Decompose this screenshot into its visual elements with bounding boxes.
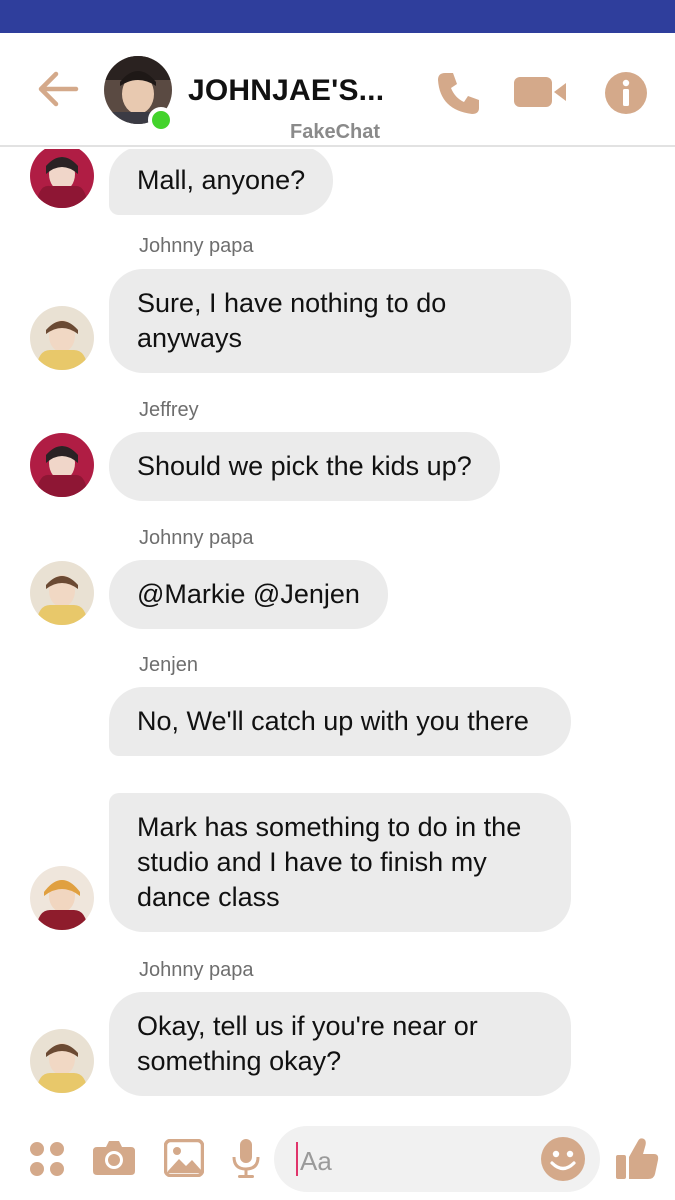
gallery-icon[interactable] (164, 1139, 204, 1177)
message-bubble[interactable]: Mark has something to do in the studio a… (109, 793, 571, 932)
avatar[interactable] (30, 1029, 94, 1093)
sender-name: Johnny papa (139, 235, 254, 257)
text-caret (296, 1142, 298, 1176)
chat-header: JOHNJAE'S... FakeChat (0, 33, 675, 147)
apps-icon[interactable] (29, 1141, 65, 1177)
message-bubble[interactable]: Sure, I have nothing to do anyways (109, 269, 571, 373)
message-input[interactable]: Aa (274, 1126, 600, 1192)
message-bubble[interactable]: Okay, tell us if you're near or somethin… (109, 992, 571, 1096)
sender-name: Johnny papa (139, 527, 254, 549)
chat-title[interactable]: JOHNJAE'S... (188, 74, 384, 108)
message-bubble[interactable]: No, We'll catch up with you there (109, 687, 571, 756)
online-status-indicator (148, 107, 174, 133)
sender-name: Jeffrey (139, 399, 199, 421)
avatar[interactable] (30, 306, 94, 370)
sender-name: Jenjen (139, 654, 198, 676)
avatar[interactable] (30, 149, 94, 208)
avatar[interactable] (30, 433, 94, 497)
microphone-icon[interactable] (232, 1139, 260, 1179)
message-bubble[interactable]: Should we pick the kids up? (109, 432, 500, 501)
avatar[interactable] (30, 866, 94, 930)
chat-subtitle: FakeChat (290, 121, 381, 143)
thumbs-up-icon[interactable] (614, 1135, 660, 1181)
status-bar (0, 0, 675, 33)
camera-icon[interactable] (93, 1139, 135, 1175)
message-bubble[interactable]: @Markie @Jenjen (109, 560, 388, 629)
message-list[interactable]: Mall, anyone? Johnny papa Sure, I have n… (0, 149, 675, 1117)
back-arrow-icon[interactable] (36, 69, 82, 109)
phone-icon[interactable] (436, 70, 482, 116)
avatar[interactable] (30, 561, 94, 625)
message-bubble[interactable]: Mall, anyone? (109, 149, 334, 215)
sender-name: Johnny papa (139, 959, 254, 981)
message-composer: Aa (0, 1117, 675, 1200)
info-icon[interactable] (604, 71, 648, 115)
emoji-icon[interactable] (540, 1136, 586, 1182)
video-camera-icon[interactable] (514, 75, 566, 109)
message-input-placeholder: Aa (300, 1146, 332, 1176)
